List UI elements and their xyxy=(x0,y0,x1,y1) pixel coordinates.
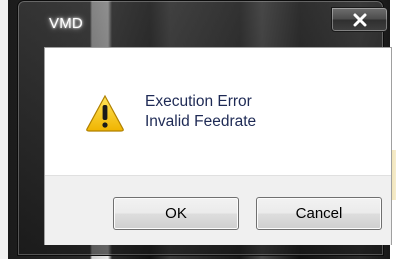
error-title: Execution Error xyxy=(145,93,252,110)
error-detail: Invalid Feedrate xyxy=(145,113,257,130)
ok-button[interactable]: OK xyxy=(113,197,239,230)
screen: VMD Execution Error Invalid Feedrate OK … xyxy=(0,0,396,259)
close-icon xyxy=(352,13,368,27)
warning-icon xyxy=(85,94,125,132)
dialog-window-frame: VMD Execution Error Invalid Feedrate OK … xyxy=(17,0,392,256)
button-bar: OK Cancel xyxy=(45,175,391,245)
window-title: VMD xyxy=(49,15,83,32)
cancel-button[interactable]: Cancel xyxy=(256,197,382,230)
error-message: Execution Error Invalid Feedrate xyxy=(145,92,256,132)
dialog-client-area: Execution Error Invalid Feedrate OK Canc… xyxy=(44,47,392,245)
close-button[interactable] xyxy=(331,7,388,32)
